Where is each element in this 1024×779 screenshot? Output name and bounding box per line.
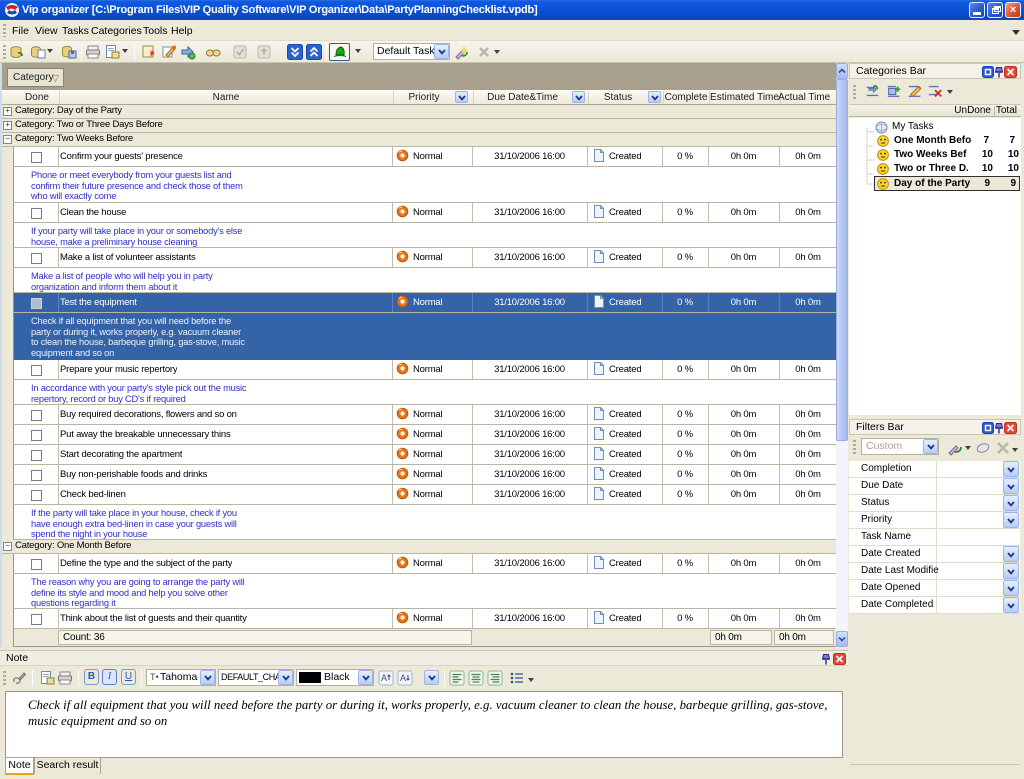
svg-text:A: A: [381, 673, 387, 683]
svg-text:A: A: [400, 673, 406, 683]
